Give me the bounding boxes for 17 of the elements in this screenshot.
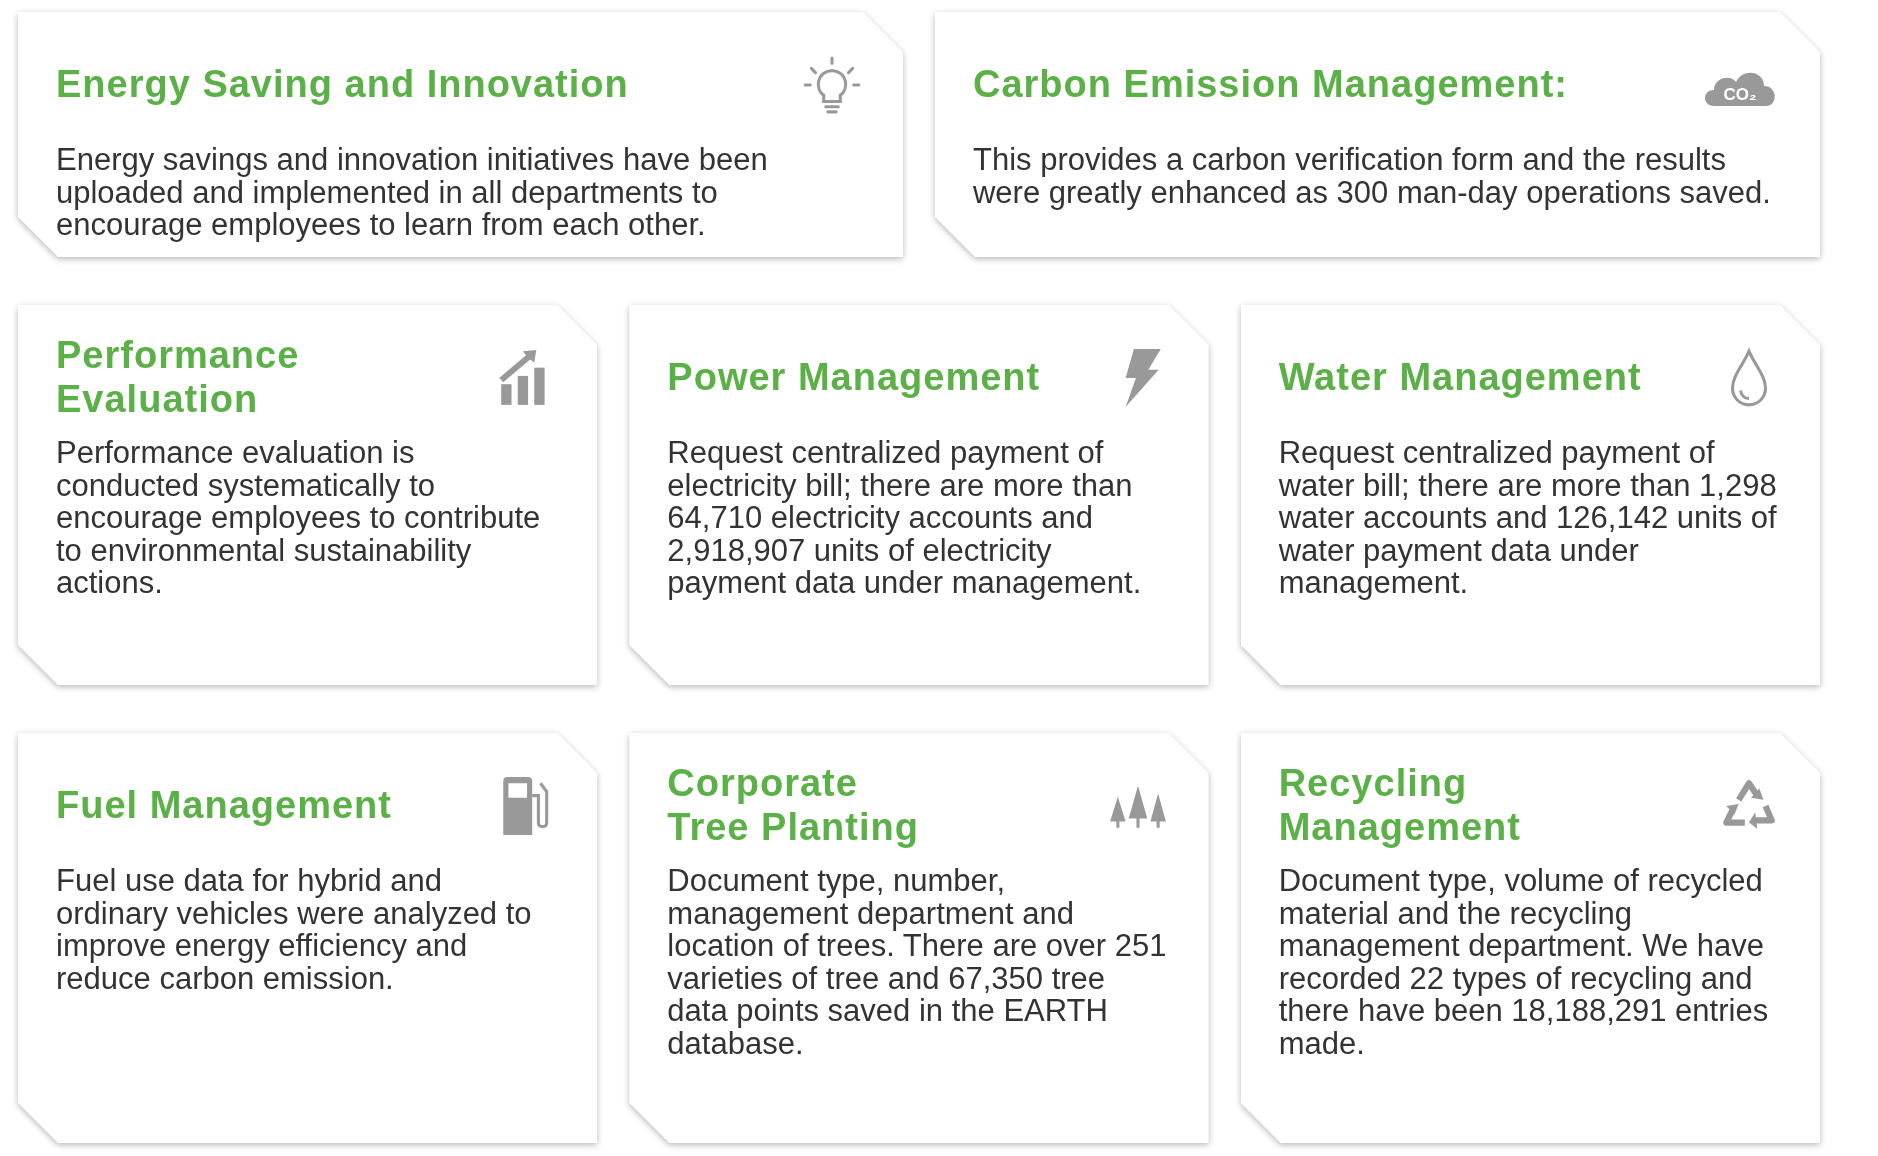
card-title: Energy Saving and Innovation bbox=[56, 63, 629, 107]
card-description: This provides a carbon verification form and the results were greatly enhanced as 300 man-day operations saved. bbox=[973, 144, 1772, 210]
card-title: Carbon Emission Management: bbox=[973, 63, 1568, 107]
card-title: Performance Evaluation bbox=[56, 334, 300, 422]
card-title: Water Management bbox=[1278, 356, 1642, 400]
card-description: Performance evaluation is conducted systematically to encourage employees to contribute to environmental sustainability actions. bbox=[56, 437, 542, 600]
card-title: Recycling Management bbox=[1278, 762, 1521, 850]
card-title: Corporate Tree Planting bbox=[667, 762, 919, 850]
card-description: Energy savings and innovation initiatives have been uploaded and implemented in all departments to encourage employees to learn from each other. bbox=[56, 144, 769, 242]
card-description: Document type, number, management department and location of trees. There are over 251 varieties of tree and 67,350 tree data points saved in the EARTH database. bbox=[667, 865, 1168, 1061]
card-description: Request centralized payment of water bill; there are more than 1,298 water accounts and 126,142 units of water payment data under management. bbox=[1278, 437, 1778, 600]
card-description: Request centralized payment of electricity bill; there are more than 64,710 electricity accounts and 2,918,907 units of electricity payment data under management. bbox=[667, 437, 1143, 600]
card-title: Power Management bbox=[667, 356, 1041, 400]
card-title: Fuel Management bbox=[56, 784, 392, 828]
lightbulb-icon bbox=[801, 54, 863, 116]
card-description: Document type, volume of recycled material and the recycling management department. We have recorded 22 types of recycling and there have been 18,188,291 entries made. bbox=[1278, 865, 1770, 1061]
card-description: Fuel use data for hybrid and ordinary vehicles were analyzed to improve energy efficiency and reduce carbon emission. bbox=[56, 865, 533, 996]
